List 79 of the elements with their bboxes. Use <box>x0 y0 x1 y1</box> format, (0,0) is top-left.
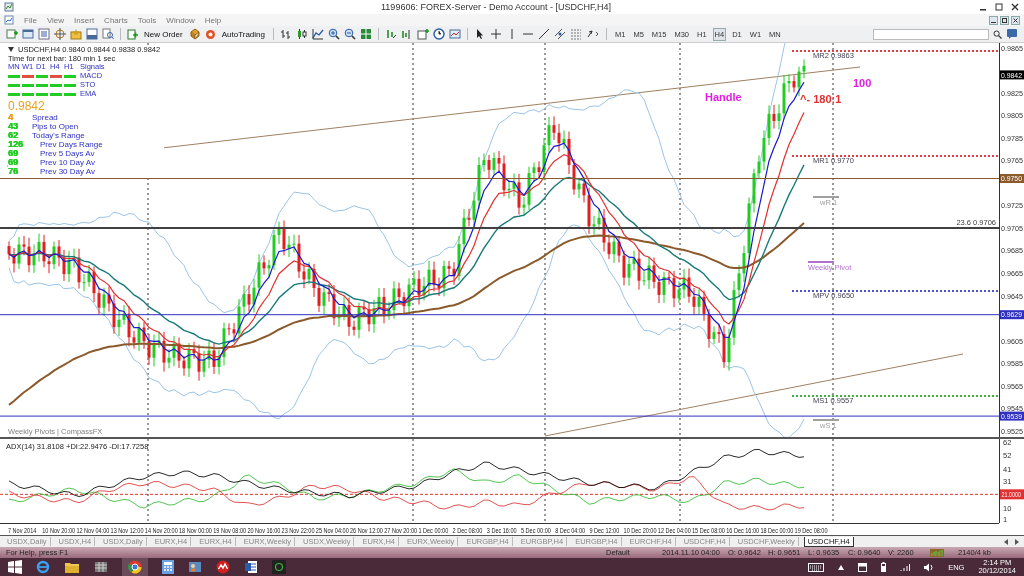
chart-note: ^- 180:1 <box>800 93 842 105</box>
search-icon[interactable] <box>993 29 1002 39</box>
star-folder-icon[interactable] <box>70 28 82 40</box>
app-icon <box>4 2 14 12</box>
people-app-icon[interactable] <box>188 560 202 574</box>
scroll-right-icon[interactable] <box>1014 538 1020 545</box>
menu-item[interactable]: File <box>24 15 37 25</box>
crosshair-target-icon[interactable] <box>54 28 66 40</box>
bar-chart-icon[interactable] <box>280 28 292 40</box>
line-chart-icon[interactable] <box>312 28 324 40</box>
magnifier-page-icon[interactable] <box>102 28 114 40</box>
new-chart-icon[interactable] <box>6 28 18 40</box>
maximize-icon[interactable] <box>994 2 1004 12</box>
stat-label: Prev 5 Days Av <box>40 149 95 158</box>
candlestick-icon[interactable] <box>296 28 308 40</box>
restore-icon[interactable] <box>1000 15 1009 25</box>
stat-value: 62 <box>8 131 19 140</box>
document-app-icon[interactable] <box>244 560 258 574</box>
tile-windows-icon[interactable] <box>360 28 372 40</box>
search-field[interactable] <box>873 28 989 40</box>
chest-icon[interactable] <box>188 28 201 40</box>
stat-label: Pips to Open <box>32 122 79 131</box>
battery-icon[interactable] <box>881 562 887 572</box>
stat-label: Spread <box>32 113 58 122</box>
stat-value: 43 <box>8 122 19 131</box>
tray-window-icon[interactable] <box>858 562 868 572</box>
trend-line-icon[interactable] <box>538 28 550 40</box>
menu-item[interactable]: Tools <box>137 15 157 25</box>
clock-icon[interactable] <box>433 28 445 40</box>
chart-app-icon[interactable] <box>216 560 230 574</box>
browser-icon[interactable] <box>36 560 50 574</box>
window-icon[interactable] <box>22 28 34 40</box>
up-arrow-icon[interactable] <box>838 564 845 570</box>
scroll-left-icon[interactable] <box>1003 538 1009 545</box>
close-icon[interactable] <box>1010 2 1020 12</box>
list-icon[interactable] <box>38 28 50 40</box>
cursor-icon[interactable] <box>474 28 486 40</box>
menu-item[interactable]: View <box>46 15 65 25</box>
stat-value: 69 <box>8 158 19 167</box>
channel-icon[interactable] <box>554 28 566 40</box>
collapse-triangle-icon[interactable] <box>8 47 14 52</box>
calculator-icon[interactable] <box>162 560 174 574</box>
menu-item[interactable]: Help <box>204 15 222 25</box>
window-title: 1199606: FOREX-Server - Demo Account - [USDCHF,H4] <box>380 2 612 12</box>
keyboard-icon[interactable] <box>808 562 825 572</box>
template-icon[interactable] <box>449 28 461 40</box>
stat-value: 69 <box>8 149 19 158</box>
chat-icon[interactable] <box>1006 28 1018 40</box>
panel-icon[interactable] <box>86 28 98 40</box>
speaker-icon[interactable] <box>924 562 935 572</box>
round-logo-icon[interactable] <box>128 560 142 574</box>
stat-label: Prev Days Range <box>40 140 103 149</box>
stat-value: 76 <box>8 167 19 176</box>
stat-value: 126 <box>8 140 25 149</box>
connection-bars-icon <box>930 548 944 557</box>
stat-label: Prev 30 Day Av <box>40 167 95 176</box>
indicators-icon[interactable] <box>417 28 429 40</box>
close-icon[interactable] <box>1011 15 1020 25</box>
menu-item[interactable]: Charts <box>104 15 128 25</box>
arrows-icon[interactable] <box>586 28 600 40</box>
stat-label: Today's Range <box>32 131 85 140</box>
menu-item[interactable]: Insert <box>74 15 95 25</box>
folder-icon[interactable] <box>64 560 80 574</box>
current-price: 0.9842 <box>8 99 46 113</box>
grid-app-icon[interactable] <box>94 560 108 574</box>
minimize-icon[interactable] <box>989 15 998 25</box>
ring-icon[interactable] <box>204 28 216 40</box>
stat-label: Prev 10 Day Av <box>40 158 95 167</box>
plus-page-icon[interactable] <box>127 28 138 40</box>
crosshair-icon[interactable] <box>490 28 502 40</box>
stat-value: 4 <box>8 113 14 122</box>
menu-item[interactable]: Window <box>166 15 195 25</box>
chart-note: Handle <box>705 91 742 103</box>
signal-icon[interactable] <box>900 562 911 572</box>
windows-logo-icon[interactable] <box>8 560 22 574</box>
chart-note: 100 <box>853 77 872 89</box>
zoom-out-icon[interactable] <box>344 28 356 40</box>
zoom-in-icon[interactable] <box>328 28 340 40</box>
dark-app-icon[interactable] <box>272 560 286 574</box>
